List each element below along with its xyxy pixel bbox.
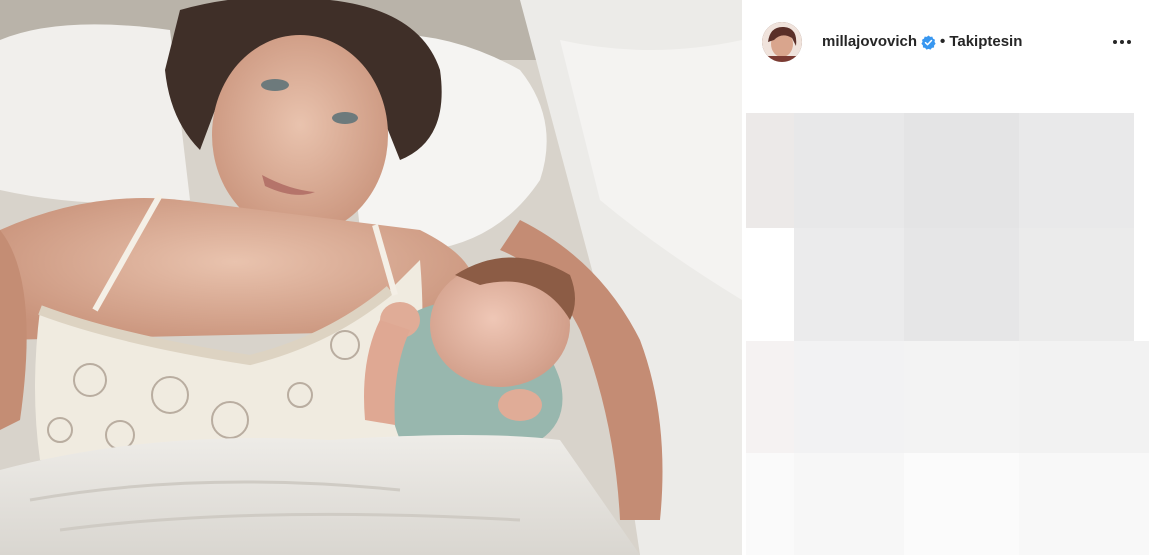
username-link[interactable]: millajovovich: [822, 32, 917, 52]
post-photo[interactable]: [0, 0, 742, 555]
separator-dot: •: [940, 33, 946, 50]
post-side-panel: millajovovich • Takiptesin: [742, 0, 1156, 555]
verified-badge-icon: [921, 34, 936, 50]
pixelated-comments-area: [746, 113, 1156, 555]
avatar-image: [762, 22, 802, 62]
avatar[interactable]: [762, 22, 802, 62]
more-options-icon[interactable]: [1108, 30, 1136, 54]
post-header: millajovovich • Takiptesin: [742, 0, 1156, 86]
photo-illustration: [0, 0, 742, 555]
username-row: millajovovich • Takiptesin: [822, 32, 1022, 52]
following-button[interactable]: Takiptesin: [949, 32, 1022, 52]
